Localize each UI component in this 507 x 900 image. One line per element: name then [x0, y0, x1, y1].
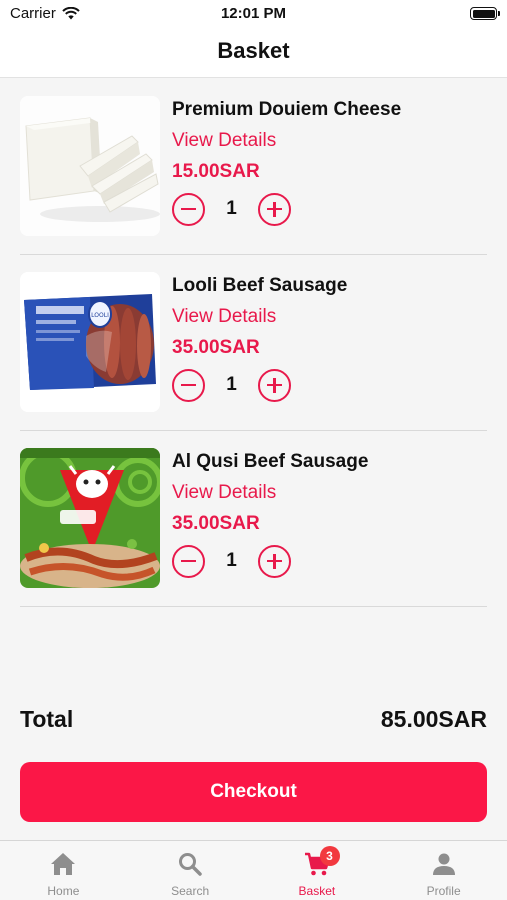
tab-label: Profile: [426, 884, 461, 898]
status-time: 12:01 PM: [220, 5, 287, 22]
tab-home[interactable]: Home: [0, 841, 127, 900]
decrease-quantity-button[interactable]: [172, 544, 205, 578]
item-price: 15.00SAR: [172, 161, 260, 182]
al-qusi-sausage-image[interactable]: [20, 448, 160, 588]
decrease-quantity-button[interactable]: [172, 192, 205, 226]
increase-quantity-button[interactable]: [258, 368, 291, 402]
view-details-link[interactable]: View Details: [172, 130, 487, 152]
tab-label: Home: [47, 884, 80, 898]
tab-basket[interactable]: 3 Basket: [254, 841, 381, 900]
view-details-link[interactable]: View Details: [172, 306, 487, 328]
tab-search[interactable]: Search: [127, 841, 254, 900]
tab-label: Search: [171, 884, 210, 898]
basket-list: Premium Douiem Cheese View Details 15.00…: [0, 79, 507, 607]
quantity-value: 1: [226, 550, 237, 571]
item-name: Premium Douiem Cheese: [172, 99, 402, 120]
quantity-stepper: 1: [172, 192, 487, 226]
status-bar: Carrier 12:01 PM: [0, 0, 507, 28]
increase-quantity-button[interactable]: [258, 544, 291, 578]
tab-profile[interactable]: Profile: [380, 841, 507, 900]
sausage-pack-image[interactable]: LOOLI: [20, 272, 160, 412]
quantity-stepper: 1: [172, 544, 487, 578]
nav-bar: Basket: [0, 28, 507, 78]
tab-label: Basket: [298, 884, 336, 898]
cheese-image[interactable]: [20, 96, 160, 236]
basket-item: LOOLI Looli Beef Sausage View Details 35…: [20, 255, 487, 431]
basket-item: Al Qusi Beef Sausage View Details 35.00S…: [20, 431, 487, 607]
checkout-button[interactable]: Checkout: [20, 762, 487, 822]
decrease-quantity-button[interactable]: [172, 368, 205, 402]
total-label: Total: [20, 705, 74, 732]
increase-quantity-button[interactable]: [258, 192, 291, 226]
battery-icon: [470, 7, 500, 20]
item-info: Looli Beef Sausage View Details 35.00SAR…: [172, 275, 487, 402]
home-icon: [51, 853, 76, 875]
item-price: 35.00SAR: [172, 513, 260, 534]
search-icon: [179, 853, 202, 876]
item-name: Al Qusi Beef Sausage: [172, 451, 369, 472]
svg-text:LOOLI: LOOLI: [91, 312, 109, 319]
total-row: Total 85.00SAR: [20, 703, 487, 735]
total-value: 85.00SAR: [380, 705, 487, 732]
item-price: 35.00SAR: [172, 337, 260, 358]
person-icon: [432, 853, 455, 875]
quantity-value: 1: [226, 374, 237, 395]
cart-count-badge: 3: [319, 846, 340, 866]
page-title: Basket: [217, 38, 290, 63]
tab-bar: Home Search 3 Basket Profile: [0, 840, 507, 900]
item-info: Premium Douiem Cheese View Details 15.00…: [172, 99, 487, 226]
basket-item: Premium Douiem Cheese View Details 15.00…: [20, 79, 487, 255]
view-details-link[interactable]: View Details: [172, 482, 487, 504]
quantity-value: 1: [226, 198, 237, 219]
quantity-stepper: 1: [172, 368, 487, 402]
item-name: Looli Beef Sausage: [172, 275, 348, 296]
item-info: Al Qusi Beef Sausage View Details 35.00S…: [172, 451, 487, 578]
